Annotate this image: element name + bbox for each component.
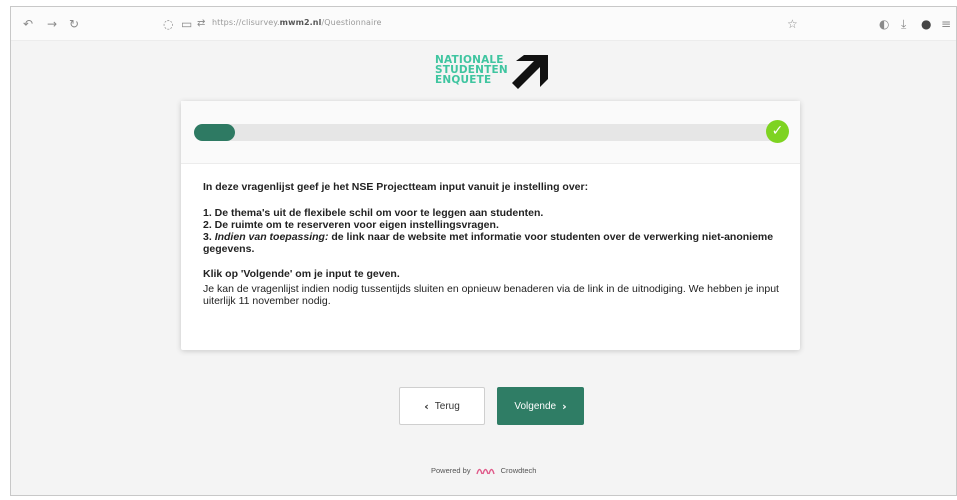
forward-icon[interactable]: → <box>47 17 57 31</box>
bookmark-star-icon[interactable]: ☆ <box>787 17 798 31</box>
back-icon[interactable]: ↶ <box>23 17 33 31</box>
reload-icon[interactable]: ↻ <box>69 17 79 31</box>
page-icon[interactable]: ▭ <box>181 17 192 31</box>
list-item: 1. De thema's uit de flexibele schil om … <box>203 207 544 219</box>
logo-arrow-icon <box>512 55 548 89</box>
deadline-note: Je kan de vragenlijst indien nodig tusse… <box>203 283 779 307</box>
extension-icon[interactable]: ● <box>921 17 931 31</box>
progress-fill <box>194 124 235 141</box>
topic-list: 1. De thema's uit de flexibele schil om … <box>203 207 783 255</box>
chevron-left-icon: ‹ <box>424 399 429 413</box>
browser-window: ↶ → ↻ ◌ ▭ ⇄ https://clisurvey.mwm2.nl/Qu… <box>10 6 957 496</box>
item3-prefix: 3. <box>203 231 215 243</box>
next-button[interactable]: Volgende › <box>497 387 584 425</box>
next-button-label: Volgende <box>514 400 557 412</box>
crowdtech-brand[interactable]: Crowdtech <box>501 466 537 475</box>
questionnaire-card: ✓ In deze vragenlijst geef je het NSE Pr… <box>181 101 800 350</box>
complete-check-icon: ✓ <box>766 120 789 143</box>
powered-by-footer: Powered by Crowdtech <box>431 465 536 475</box>
item3-italic: Indien van toepassing: <box>214 231 329 243</box>
url-domain: mwm2.nl <box>279 18 322 27</box>
download-icon[interactable]: ⤓ <box>901 17 906 31</box>
url-bar[interactable]: https://clisurvey.mwm2.nl/Questionnaire <box>212 18 382 27</box>
logo-text: NATIONALE STUDENTEN ENQUETE <box>435 55 508 86</box>
browser-toolbar: ↶ → ↻ ◌ ▭ ⇄ https://clisurvey.mwm2.nl/Qu… <box>11 7 956 41</box>
chevron-right-icon: › <box>562 399 567 413</box>
list-item: 2. De ruimte om te reserveren voor eigen… <box>203 219 499 231</box>
progress-bar <box>194 124 779 141</box>
nse-logo: NATIONALE STUDENTEN ENQUETE <box>435 55 565 97</box>
shield-icon[interactable]: ◌ <box>163 17 173 31</box>
powered-by-text: Powered by <box>431 465 471 475</box>
menu-icon[interactable]: ≡ <box>941 17 951 31</box>
progress-section: ✓ <box>181 101 800 164</box>
crowdtech-logo-icon <box>475 468 495 475</box>
url-prefix: https://clisurvey. <box>212 18 280 27</box>
pocket-icon[interactable]: ◐ <box>879 17 889 31</box>
intro-content: In deze vragenlijst geef je het NSE Proj… <box>203 181 783 307</box>
intro-text: In deze vragenlijst geef je het NSE Proj… <box>203 181 589 193</box>
back-button[interactable]: ‹ Terug <box>399 387 485 425</box>
logo-line-3: ENQUETE <box>435 74 492 86</box>
cta-heading: Klik op 'Volgende' om je input te geven. <box>203 268 400 280</box>
permissions-icon[interactable]: ⇄ <box>197 17 205 31</box>
list-item: 3. Indien van toepassing: de link naar d… <box>203 231 783 255</box>
back-button-label: Terug <box>434 400 460 412</box>
url-path: /Questionnaire <box>321 18 382 27</box>
